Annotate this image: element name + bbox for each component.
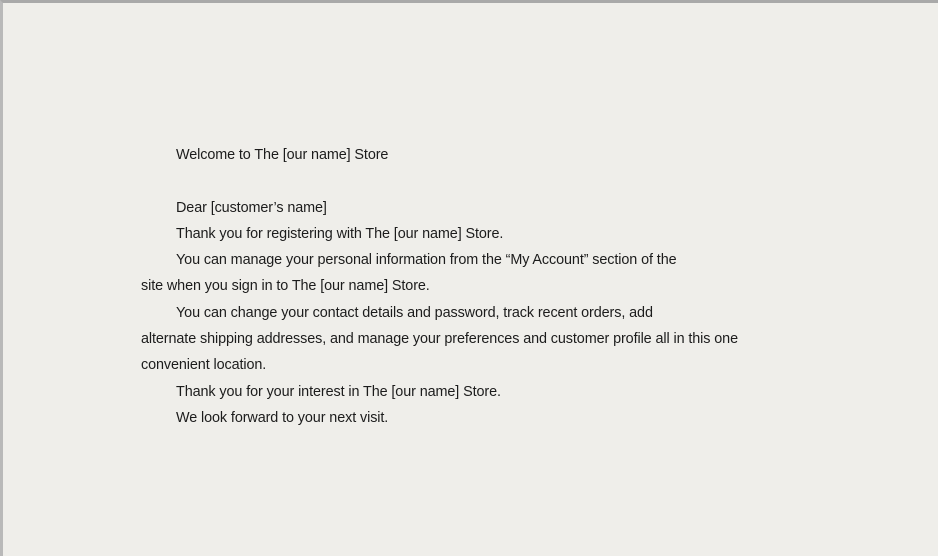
letter-line-1: Thank you for registering with The [our …: [176, 225, 504, 242]
letter-salutation: Dear [customer’s name]: [176, 199, 327, 216]
letter-heading: Welcome to The [our name] Store: [176, 147, 389, 163]
letter-line-7: Thank you for your interest in The [our …: [176, 383, 501, 400]
welcome-letter: Welcome to The [our name] Store Dear [cu…: [141, 142, 841, 431]
letter-line-4: You can change your contact details and …: [176, 304, 653, 321]
letter-line-2: You can manage your personal information…: [176, 252, 677, 269]
letter-line-5: alternate shipping addresses, and manage…: [141, 331, 738, 348]
letter-line-6: convenient location.: [141, 357, 267, 374]
letter-line-3: site when you sign in to The [our name] …: [141, 278, 430, 295]
letter-line-8: We look forward to your next visit.: [176, 409, 389, 426]
document-page: Welcome to The [our name] Store Dear [cu…: [0, 0, 938, 556]
